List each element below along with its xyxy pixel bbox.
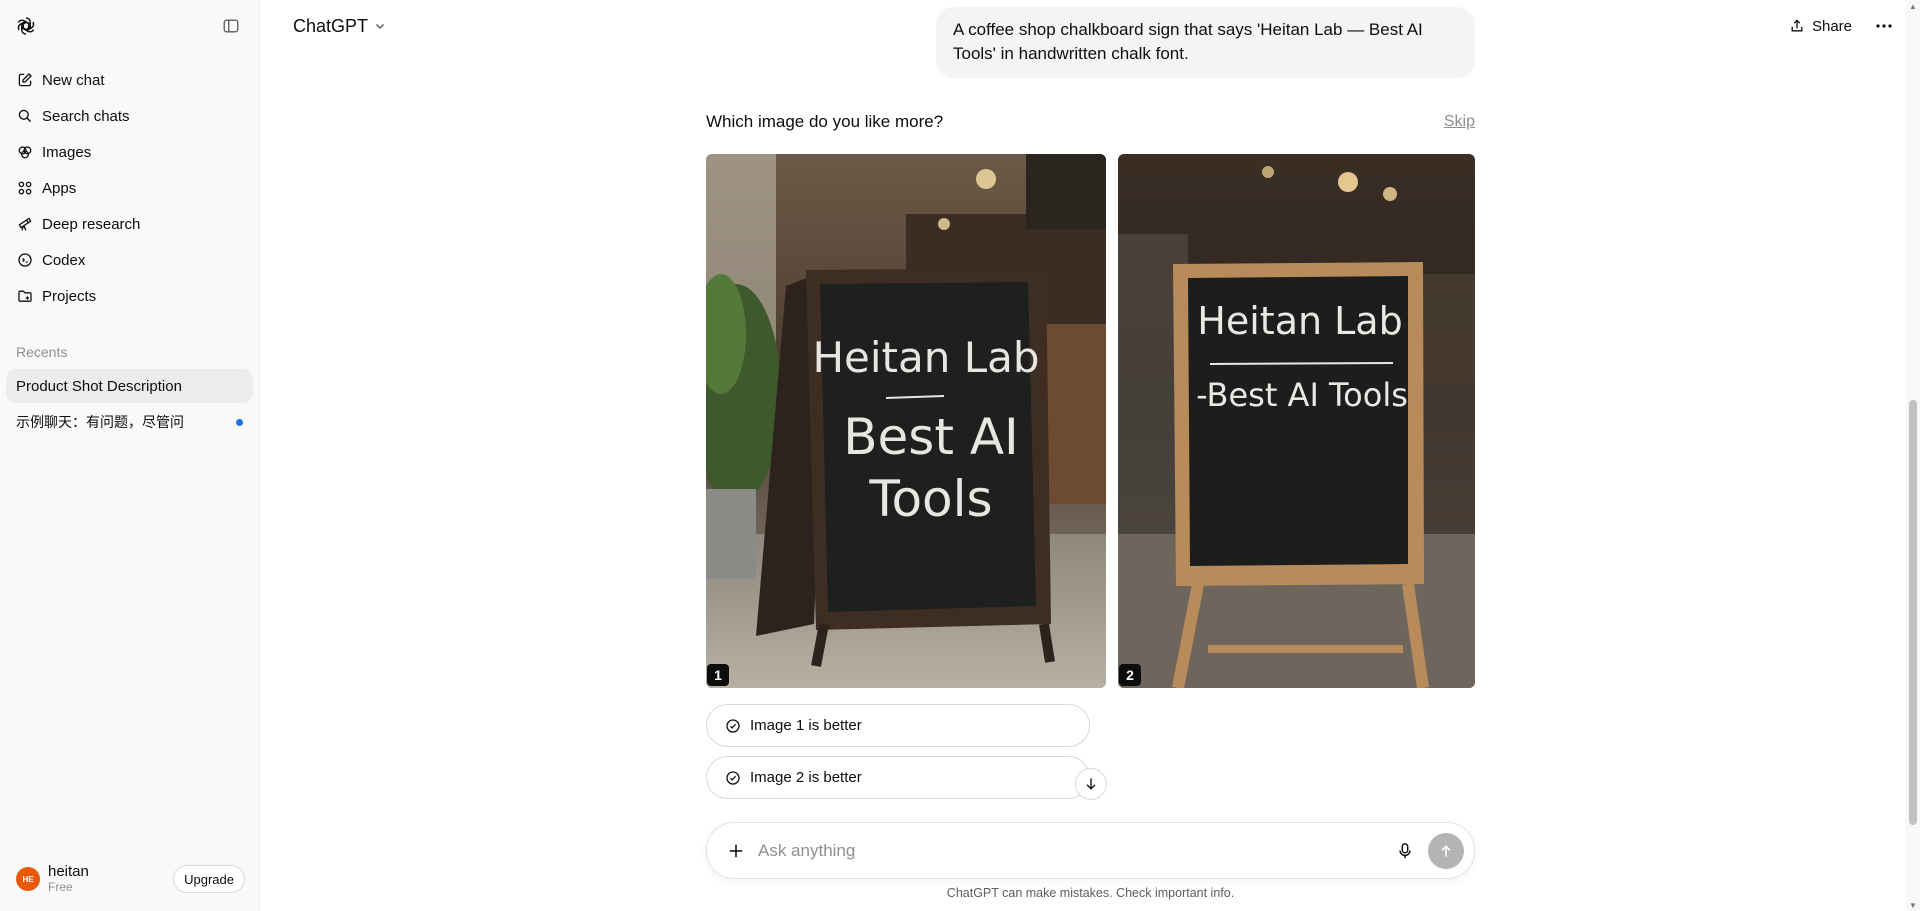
sidebar-item-label: Apps: [42, 179, 77, 197]
user-message-bubble: A coffee shop chalkboard sign that says …: [936, 7, 1475, 78]
chevron-down-icon: [374, 20, 386, 32]
top-actions: Share: [1789, 16, 1894, 36]
sidebar-item-label: New chat: [42, 71, 105, 89]
sidebar-item-search-chats[interactable]: Search chats: [6, 98, 253, 134]
microphone-icon[interactable]: [1394, 840, 1416, 862]
comparison-image-1[interactable]: Heitan Lab Best AI Tools 1: [706, 154, 1106, 688]
app-root: New chat Search chats Images Apps Deep r…: [0, 0, 1920, 911]
chalkboard-photo-1: Heitan Lab Best AI Tools: [706, 154, 1106, 688]
sign-text: Heitan Lab: [1197, 299, 1402, 343]
composer: [706, 822, 1475, 879]
choice-label: Image 1 is better: [750, 717, 862, 734]
sidebar-nav: New chat Search chats Images Apps Deep r…: [0, 52, 259, 314]
telescope-icon: [16, 215, 34, 233]
sidebar-item-codex[interactable]: Codex: [6, 242, 253, 278]
sidebar-toggle-icon[interactable]: [219, 14, 243, 38]
share-button[interactable]: Share: [1789, 18, 1852, 35]
check-circle-icon: [725, 770, 741, 786]
recent-chat-label: Product Shot Description: [16, 377, 182, 395]
chalkboard-photo-2: Heitan Lab -Best AI Tools: [1118, 154, 1475, 688]
recent-chat-label: 示例聊天：有问题，尽管问: [16, 414, 184, 430]
avatar: HE: [16, 867, 40, 891]
new-chat-icon: [16, 71, 34, 89]
user-profile[interactable]: HE heitan Free: [16, 863, 89, 895]
sign-text: Best AI: [843, 408, 1019, 466]
comparison-images: Heitan Lab Best AI Tools 1 Heitan Lab -B…: [706, 154, 1475, 688]
upgrade-button[interactable]: Upgrade: [173, 865, 245, 893]
choose-image-2-button[interactable]: Image 2 is better: [706, 756, 1090, 799]
main-area: ChatGPT Share A coffee shop chalkboard s…: [260, 0, 1920, 911]
sidebar-item-label: Codex: [42, 251, 86, 269]
scroll-up-arrow-icon[interactable]: ▲: [1909, 2, 1917, 11]
send-button[interactable]: [1428, 832, 1464, 869]
share-icon: [1789, 18, 1805, 34]
comparison-header: Which image do you like more? Skip: [706, 112, 1475, 132]
model-selector[interactable]: ChatGPT: [293, 16, 386, 37]
recent-chat-item[interactable]: 示例聊天：有问题，尽管问: [6, 405, 253, 439]
user-plan: Free: [48, 880, 73, 894]
arrow-up-icon: [1438, 843, 1454, 859]
image-number-badge: 2: [1119, 664, 1141, 686]
more-options-icon[interactable]: [1874, 16, 1894, 36]
disclaimer-text: ChatGPT can make mistakes. Check importa…: [946, 886, 1235, 900]
check-circle-icon: [725, 718, 741, 734]
ask-input[interactable]: [758, 840, 1394, 861]
comparison-question: Which image do you like more?: [706, 112, 944, 131]
unread-dot: [236, 418, 243, 426]
arrow-down-icon: [1083, 776, 1099, 792]
choice-label: Image 2 is better: [750, 769, 862, 786]
search-icon: [16, 107, 34, 125]
sidebar-item-images[interactable]: Images: [6, 134, 253, 170]
sidebar-footer: HE heitan Free Upgrade: [0, 847, 259, 911]
recents-heading: Recents: [16, 344, 68, 360]
sidebar-item-deep-research[interactable]: Deep research: [6, 206, 253, 242]
user-name: heitan: [48, 863, 89, 880]
plus-icon[interactable]: [724, 839, 748, 863]
sidebar: New chat Search chats Images Apps Deep r…: [0, 0, 260, 911]
openai-logo-icon[interactable]: [14, 14, 38, 38]
sign-text: Tools: [868, 470, 992, 528]
sidebar-item-label: Deep research: [42, 215, 141, 233]
skip-link[interactable]: Skip: [1444, 113, 1475, 131]
scroll-down-button[interactable]: [1075, 768, 1107, 800]
images-icon: [16, 143, 34, 161]
scrollbar-thumb[interactable]: [1909, 400, 1917, 825]
image-number-badge: 1: [707, 664, 729, 686]
sidebar-item-label: Images: [42, 143, 92, 161]
apps-icon: [16, 179, 34, 197]
recent-chat-item[interactable]: Product Shot Description: [6, 369, 253, 403]
sidebar-item-label: Projects: [42, 287, 97, 305]
choose-image-1-button[interactable]: Image 1 is better: [706, 704, 1090, 747]
sidebar-item-projects[interactable]: Projects: [6, 278, 253, 314]
folder-icon: [16, 287, 34, 305]
sidebar-header: [0, 0, 259, 52]
sidebar-item-apps[interactable]: Apps: [6, 170, 253, 206]
comparison-image-2[interactable]: Heitan Lab -Best AI Tools 2: [1118, 154, 1475, 688]
model-name: ChatGPT: [293, 15, 369, 36]
sidebar-item-new-chat[interactable]: New chat: [6, 62, 253, 98]
codex-icon: [16, 251, 34, 269]
sign-text: Heitan Lab: [812, 333, 1039, 382]
scrollbar[interactable]: ▲ ▼: [1906, 0, 1920, 911]
image-comparison: Which image do you like more? Skip Heita…: [706, 112, 1475, 688]
sign-text: -Best AI Tools: [1196, 376, 1408, 414]
sidebar-item-label: Search chats: [42, 107, 130, 125]
share-label: Share: [1811, 17, 1852, 35]
scroll-down-arrow-icon[interactable]: ▼: [1909, 901, 1917, 910]
